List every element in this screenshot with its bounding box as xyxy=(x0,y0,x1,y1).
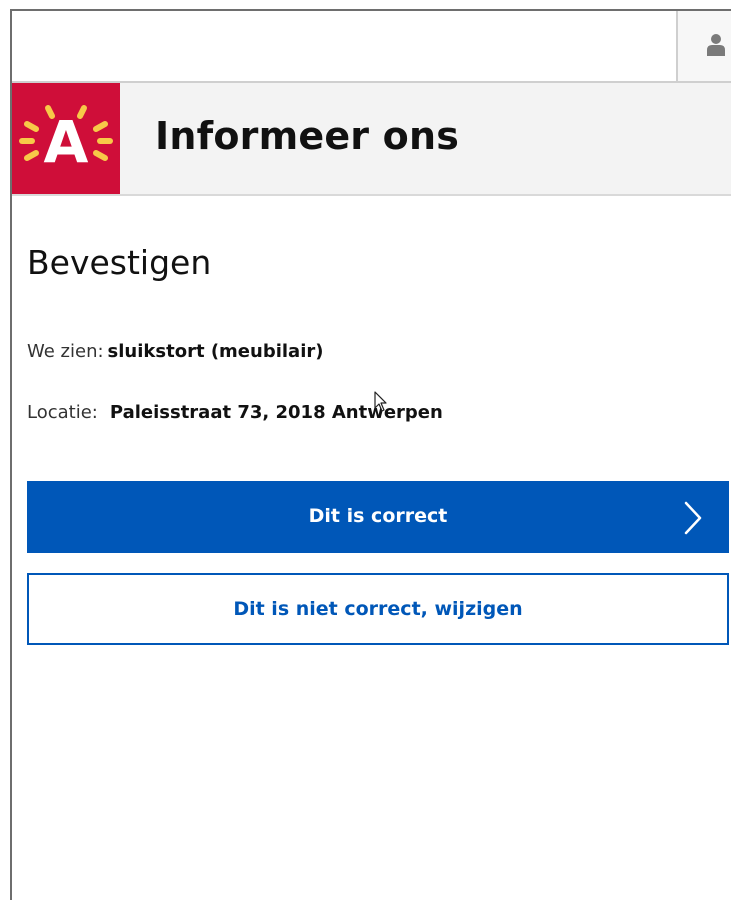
observation-value: sluikstort (meubilair) xyxy=(107,341,324,362)
observation-label: We zien: xyxy=(27,341,104,362)
app-window: A Informeer ons Bevestigen We zien: sluik… xyxy=(0,0,731,900)
logo-a-icon: A xyxy=(19,105,113,176)
app-title: Informeer ons xyxy=(155,114,460,158)
mouse-pointer-icon xyxy=(374,391,387,412)
confirm-correct-label: Dit is correct xyxy=(308,505,448,527)
chevron-right-icon xyxy=(684,501,702,535)
user-icon xyxy=(707,34,725,56)
top-utility-bar xyxy=(12,11,731,83)
edit-incorrect-label: Dit is niet correct, wijzigen xyxy=(233,598,523,620)
location-value: Paleisstraat 73, 2018 Antwerpen xyxy=(109,402,443,423)
page-title: Bevestigen xyxy=(27,243,212,282)
observation-row: We zien: sluikstort (meubilair) xyxy=(27,341,323,362)
edit-incorrect-button[interactable]: Dit is niet correct, wijzigen xyxy=(27,573,729,645)
confirm-correct-button[interactable]: Dit is correct xyxy=(27,481,729,553)
antwerpen-logo[interactable]: A xyxy=(12,83,120,194)
user-account-button[interactable] xyxy=(676,11,731,81)
brand-header: A Informeer ons xyxy=(12,83,731,196)
location-label: Locatie: xyxy=(27,402,98,423)
svg-text:A: A xyxy=(44,108,89,176)
